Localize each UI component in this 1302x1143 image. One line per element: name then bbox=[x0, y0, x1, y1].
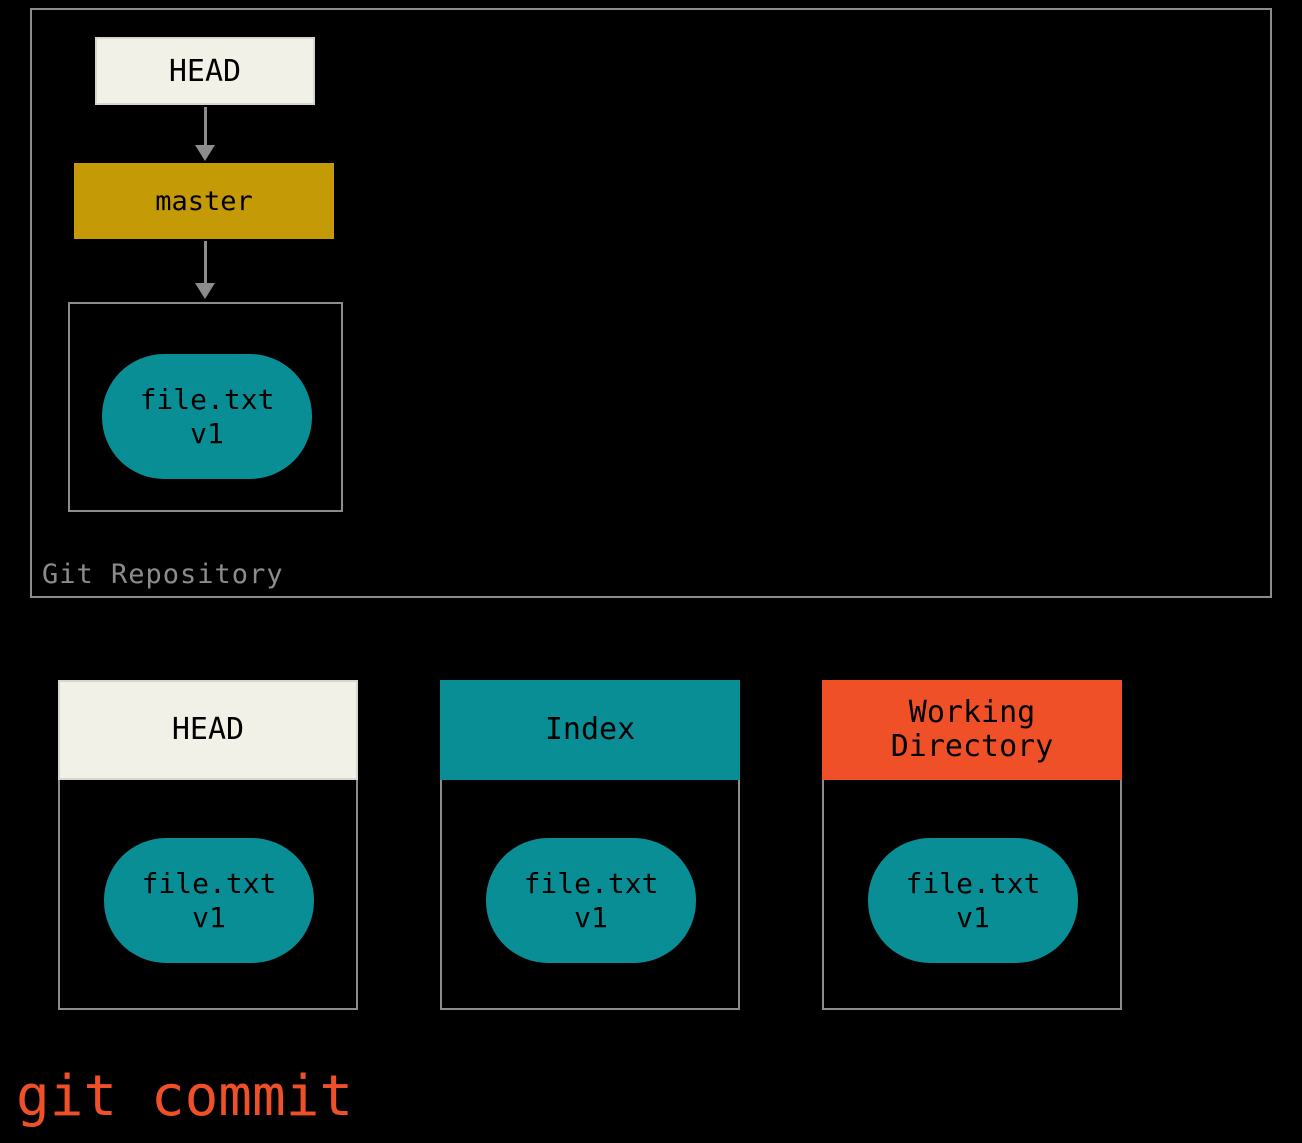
area-head-file-blob: file.txt v1 bbox=[104, 838, 314, 963]
area-index-file-version: v1 bbox=[574, 901, 608, 935]
area-head-title: HEAD bbox=[172, 713, 244, 748]
file-blob: file.txt v1 bbox=[102, 354, 312, 479]
master-branch-label: master bbox=[155, 186, 253, 217]
area-working-directory-file-version: v1 bbox=[956, 901, 990, 935]
area-working-directory-body: file.txt v1 bbox=[822, 780, 1122, 1010]
diagram-canvas: Git Repository HEAD master eb43bf8 file.… bbox=[0, 0, 1302, 1143]
area-index-file-name: file.txt bbox=[524, 867, 659, 901]
area-head-file-version: v1 bbox=[192, 901, 226, 935]
area-head-header: HEAD bbox=[58, 680, 358, 780]
area-head: HEAD eb43bf8 file.txt v1 bbox=[58, 680, 358, 1010]
head-label: HEAD bbox=[169, 54, 241, 89]
caption-git-commit: git commit bbox=[16, 1064, 353, 1129]
commit-hash: eb43bf8 bbox=[70, 312, 341, 341]
area-working-directory-title: Working Directory bbox=[891, 696, 1054, 765]
git-repository-label: Git Repository bbox=[42, 559, 284, 590]
file-version: v1 bbox=[190, 417, 224, 451]
head-box: HEAD bbox=[95, 37, 315, 105]
area-working-directory-header: Working Directory bbox=[822, 680, 1122, 780]
commit-box: eb43bf8 file.txt v1 bbox=[68, 302, 343, 512]
area-working-directory: Working Directory file.txt v1 bbox=[822, 680, 1122, 1010]
area-index: Index file.txt v1 bbox=[440, 680, 740, 1010]
area-index-file-blob: file.txt v1 bbox=[486, 838, 696, 963]
area-working-directory-file-blob: file.txt v1 bbox=[868, 838, 1078, 963]
area-head-commit-hash: eb43bf8 bbox=[60, 790, 356, 819]
area-index-body: file.txt v1 bbox=[440, 780, 740, 1010]
file-name: file.txt bbox=[140, 383, 275, 417]
arrow-master-to-commit bbox=[195, 241, 215, 299]
area-head-body: eb43bf8 file.txt v1 bbox=[58, 780, 358, 1010]
area-head-file-name: file.txt bbox=[142, 867, 277, 901]
area-working-directory-file-name: file.txt bbox=[906, 867, 1041, 901]
area-index-header: Index bbox=[440, 680, 740, 780]
area-index-title: Index bbox=[545, 713, 635, 748]
master-branch-box: master bbox=[74, 163, 334, 239]
arrow-head-to-master bbox=[195, 107, 215, 161]
